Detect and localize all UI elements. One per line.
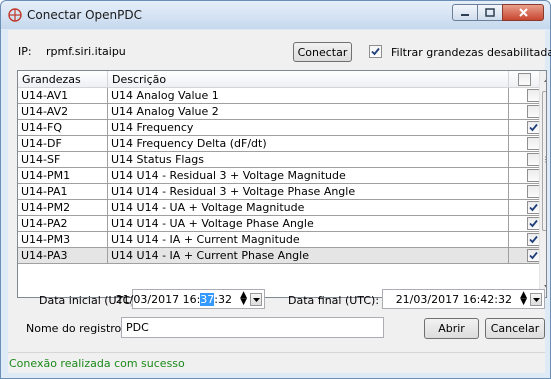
ip-label: IP:	[18, 45, 32, 58]
table-row[interactable]: U14-PM1 U14 U14 - Residual 3 + Voltage Ma…	[18, 168, 540, 184]
cell-descricao[interactable]: U14 U14 - Residual 3 + Voltage Magnitude	[108, 168, 509, 183]
status-text: Conexão realizada com sucesso	[9, 357, 185, 370]
cell-grandeza[interactable]: U14-DF	[18, 136, 108, 151]
checkmark-icon	[529, 251, 538, 260]
grid-header: Grandezas Descrição	[18, 71, 539, 88]
chevron-down-icon	[252, 297, 260, 302]
checkmark-icon	[529, 203, 538, 212]
cell-descricao[interactable]: U14 U14 - UA + Voltage Phase Angle	[108, 216, 509, 231]
cell-descricao[interactable]: U14 Status Flags	[108, 152, 509, 167]
close-button[interactable]	[502, 4, 544, 21]
filter-checkbox[interactable]	[369, 45, 382, 58]
open-button[interactable]: Abrir	[424, 318, 479, 339]
table-row[interactable]: U14-FQ U14 Frequency	[18, 120, 540, 136]
connect-button[interactable]: Conectar	[293, 42, 352, 62]
grid-scrollbar[interactable]	[539, 71, 547, 297]
window-title: Conectar OpenPDC	[27, 8, 143, 22]
filter-label: Filtrar grandezas desabilitadas	[391, 46, 551, 59]
scrollbar-thumb[interactable]	[542, 91, 546, 231]
start-date-spinner[interactable]: ▲ ▼	[240, 291, 247, 307]
table-row[interactable]: U14-AV1 U14 Analog Value 1	[18, 88, 540, 104]
cell-grandeza[interactable]: U14-SF	[18, 152, 108, 167]
end-date-label: Data final (UTC):	[288, 294, 380, 307]
grid-rows: U14-AV1 U14 Analog Value 1 U14-AV2 U14 Anal…	[18, 88, 540, 264]
cell-grandeza[interactable]: U14-PM2	[18, 200, 108, 215]
cell-grandeza[interactable]: U14-PA3	[18, 248, 108, 263]
start-date-selected-minutes: 37	[200, 293, 215, 306]
table-row[interactable]: U14-PM3 U14 U14 - IA + Current Magnitude	[18, 232, 540, 248]
cell-grandeza[interactable]: U14-PA1	[18, 184, 108, 199]
table-row[interactable]: U14-SF U14 Status Flags	[18, 152, 540, 168]
end-date-spinner[interactable]: ▲ ▼	[520, 291, 527, 307]
record-name-input[interactable]: PDC	[121, 317, 384, 338]
cell-grandeza[interactable]: U14-PM3	[18, 232, 108, 247]
chevron-down-icon	[532, 297, 540, 302]
table-row[interactable]: U14-DF U14 Frequency Delta (dF/dt)	[18, 136, 540, 152]
maximize-button[interactable]	[477, 4, 503, 21]
column-header-grandezas[interactable]: Grandezas	[18, 71, 108, 88]
table-row[interactable]: U14-PA3 U14 U14 - IA + Current Phase Angl…	[18, 248, 540, 264]
start-date-value[interactable]: 21/03/2017 16:37:32	[116, 293, 232, 306]
table-row[interactable]: U14-PA1 U14 U14 - Residual 3 + Voltage Ph…	[18, 184, 540, 200]
dialog-client-area: IP: rpmf.siri.itaipu Conectar Filtrar gr…	[8, 30, 551, 373]
close-icon	[518, 7, 528, 17]
select-all-checkbox[interactable]	[518, 73, 531, 86]
cell-descricao[interactable]: U14 U14 - IA + Current Phase Angle	[108, 248, 509, 263]
minimize-button[interactable]	[452, 4, 478, 21]
table-row[interactable]: U14-PA2 U14 U14 - UA + Voltage Phase Angl…	[18, 216, 540, 232]
scroll-up-icon[interactable]	[544, 77, 547, 82]
cell-descricao[interactable]: U14 U14 - IA + Current Magnitude	[108, 232, 509, 247]
start-date-text-before: 21/03/2017 16:	[115, 293, 201, 306]
end-date-picker[interactable]: 21/03/2017 16:42:32 ▲ ▼	[382, 289, 545, 309]
column-header-descricao[interactable]: Descrição	[108, 71, 509, 88]
column-header-select[interactable]	[509, 71, 539, 88]
cell-descricao[interactable]: U14 Frequency Delta (dF/dt)	[108, 136, 509, 151]
title-bar[interactable]: Conectar OpenPDC	[1, 1, 550, 29]
checkmark-icon	[529, 123, 538, 132]
cell-descricao[interactable]: U14 Analog Value 1	[108, 88, 509, 103]
table-row[interactable]: U14-PM2 U14 U14 - UA + Voltage Magnitude	[18, 200, 540, 216]
cell-descricao[interactable]: U14 U14 - UA + Voltage Magnitude	[108, 200, 509, 215]
caption-buttons	[452, 4, 544, 21]
cell-descricao[interactable]: U14 U14 - Residual 3 + Voltage Phase Ang…	[108, 184, 509, 199]
dialog-window: Conectar OpenPDC IP: rpmf.siri.itaipu Co…	[0, 0, 551, 379]
cell-grandeza[interactable]: U14-AV1	[18, 88, 108, 103]
end-date-dropdown-button[interactable]	[530, 293, 542, 306]
cell-grandeza[interactable]: U14-FQ	[18, 120, 108, 135]
record-name-label: Nome do registro:	[26, 322, 125, 335]
cell-grandeza[interactable]: U14-PA2	[18, 216, 108, 231]
openpdc-app-icon	[8, 8, 22, 22]
status-bar: Conexão realizada com sucesso	[8, 352, 545, 373]
cell-grandeza[interactable]: U14-PM1	[18, 168, 108, 183]
cell-descricao[interactable]: U14 Analog Value 2	[108, 104, 509, 119]
minimize-icon	[461, 13, 469, 16]
table-row[interactable]: U14-AV2 U14 Analog Value 2	[18, 104, 540, 120]
checkmark-icon	[529, 235, 538, 244]
cell-grandeza[interactable]: U14-AV2	[18, 104, 108, 119]
checkmark-icon	[371, 47, 380, 56]
start-date-text-after: :32	[214, 293, 232, 306]
end-date-value[interactable]: 21/03/2017 16:42:32	[396, 293, 512, 306]
cell-descricao[interactable]: U14 Frequency	[108, 120, 509, 135]
ip-input[interactable]: rpmf.siri.itaipu	[41, 40, 287, 61]
start-date-picker[interactable]: 21/03/2017 16:37:32 ▲ ▼	[116, 289, 265, 309]
start-date-dropdown-button[interactable]	[250, 293, 262, 306]
quantities-grid: Grandezas Descrição U14-AV1 U14 Analog Va…	[17, 70, 547, 298]
maximize-icon	[485, 8, 495, 17]
checkmark-icon	[529, 219, 538, 228]
grip-icon	[545, 156, 546, 163]
cancel-button[interactable]: Cancelar	[485, 318, 545, 339]
